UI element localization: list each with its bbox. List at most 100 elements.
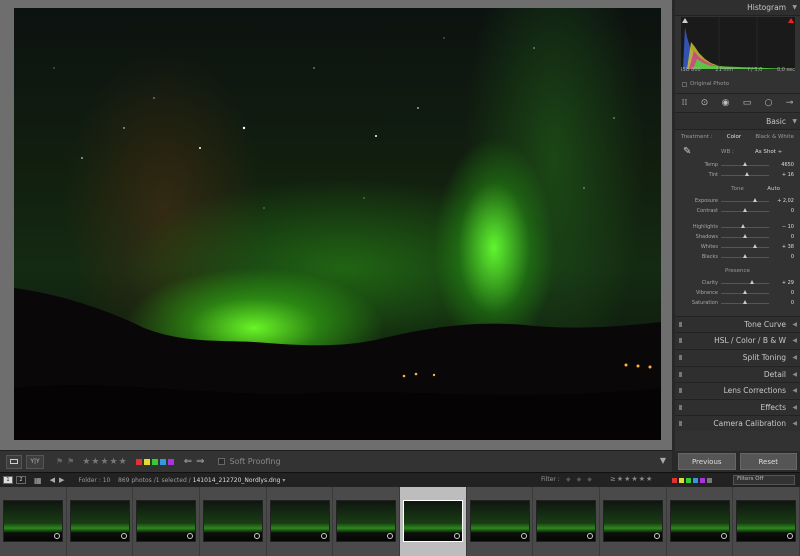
slider-knob[interactable] bbox=[740, 224, 745, 228]
panel-header-hsl-color-b-w[interactable]: HSL / Color / B & W ◀ bbox=[675, 332, 800, 348]
collapse-triangle-icon[interactable]: ▼ bbox=[792, 4, 797, 11]
slider-vibrance[interactable]: Vibrance 0 bbox=[675, 288, 800, 298]
slider-knob[interactable] bbox=[752, 244, 757, 248]
thumbnail[interactable] bbox=[669, 500, 730, 542]
arrow-right-icon[interactable]: ⇒ bbox=[196, 456, 208, 467]
panel-switch-icon[interactable] bbox=[679, 338, 682, 343]
label-blue[interactable] bbox=[159, 458, 166, 465]
slider-tint[interactable]: Tint + 16 bbox=[675, 170, 800, 180]
slider-track[interactable] bbox=[721, 227, 769, 228]
slider-knob[interactable] bbox=[743, 290, 747, 294]
thumbnail[interactable] bbox=[536, 500, 597, 542]
slider-knob[interactable] bbox=[743, 208, 747, 212]
expand-triangle-icon[interactable]: ◀ bbox=[792, 337, 797, 344]
thumbnail[interactable] bbox=[336, 500, 397, 542]
filmstrip-nav[interactable]: ◀▶ bbox=[50, 476, 69, 484]
chip-purple[interactable] bbox=[700, 478, 705, 483]
back-arrow-icon[interactable]: ◀ bbox=[50, 476, 59, 484]
slider-knob[interactable] bbox=[750, 280, 755, 284]
slider-value[interactable]: 0 bbox=[791, 234, 794, 240]
panel-switch-icon[interactable] bbox=[679, 388, 682, 393]
rating-stars[interactable]: ★★★★★ bbox=[82, 457, 127, 467]
thumbnail[interactable] bbox=[403, 500, 464, 542]
panel-switch-icon[interactable] bbox=[679, 322, 682, 327]
chip-red[interactable] bbox=[672, 478, 677, 483]
filter-color-chips[interactable] bbox=[672, 478, 712, 483]
slider-contrast[interactable]: Contrast 0 bbox=[675, 206, 800, 216]
flag-icon[interactable]: ⚑ bbox=[56, 457, 63, 466]
label-yellow[interactable] bbox=[143, 458, 150, 465]
basic-header[interactable]: Basic ▼ bbox=[675, 114, 800, 130]
slider-temp[interactable]: Temp 4650 bbox=[675, 160, 800, 170]
expand-triangle-icon[interactable]: ◀ bbox=[792, 404, 797, 411]
thumbnail[interactable] bbox=[3, 500, 63, 542]
panel-header-effects[interactable]: Effects ◀ bbox=[675, 399, 800, 415]
soft-proofing-toggle[interactable]: Soft Proofing bbox=[218, 457, 281, 466]
thumbnail[interactable] bbox=[69, 500, 130, 542]
thumbnail[interactable] bbox=[736, 500, 797, 542]
original-photo-checkbox[interactable] bbox=[682, 81, 687, 87]
filmstrip-cell[interactable] bbox=[733, 487, 800, 556]
filmstrip-cell[interactable] bbox=[400, 487, 467, 556]
slider-knob[interactable] bbox=[743, 254, 747, 258]
label-green[interactable] bbox=[151, 458, 158, 465]
toolbar-dropdown-icon[interactable]: ▼ bbox=[660, 456, 666, 465]
thumbnail[interactable] bbox=[603, 500, 664, 542]
filmstrip-cell[interactable] bbox=[533, 487, 601, 556]
slider-track[interactable] bbox=[721, 201, 769, 202]
auto-tone-button[interactable]: Auto bbox=[767, 186, 780, 192]
filmstrip-cell[interactable] bbox=[333, 487, 401, 556]
filmstrip-cell[interactable] bbox=[467, 487, 534, 556]
filter-flag-icons[interactable]: ◆◆◆ bbox=[566, 476, 598, 483]
label-purple[interactable] bbox=[167, 458, 174, 465]
chip-green[interactable] bbox=[686, 478, 691, 483]
panel-switch-icon[interactable] bbox=[679, 405, 682, 410]
thumbnail[interactable] bbox=[203, 500, 264, 542]
crop-overlay-icon[interactable]: ⁞⁞ bbox=[682, 98, 688, 108]
aurora-photo[interactable] bbox=[14, 8, 661, 440]
spot-removal-icon[interactable]: ⊙ bbox=[701, 98, 709, 108]
color-labels[interactable] bbox=[135, 458, 174, 465]
filmstrip-cell[interactable] bbox=[667, 487, 734, 556]
slider-knob[interactable] bbox=[743, 234, 747, 238]
panel-header-tone-curve[interactable]: Tone Curve ◀ bbox=[675, 316, 800, 332]
expand-triangle-icon[interactable]: ◀ bbox=[792, 420, 797, 427]
loupe-view-button[interactable] bbox=[6, 454, 22, 469]
expand-triangle-icon[interactable]: ◀ bbox=[792, 321, 797, 328]
slider-track[interactable] bbox=[721, 283, 769, 284]
chevron-down-icon[interactable]: ▾ bbox=[282, 477, 285, 484]
radial-filter-icon[interactable]: ○ bbox=[765, 98, 773, 108]
treatment-bw-option[interactable]: Black & White bbox=[755, 134, 794, 140]
before-after-button[interactable]: Y|Y bbox=[26, 454, 44, 469]
red-eye-icon[interactable]: ◉ bbox=[722, 98, 730, 108]
slider-clarity[interactable]: Clarity + 29 bbox=[675, 278, 800, 288]
filter-stars[interactable]: ≥★★★★★ bbox=[610, 475, 653, 483]
reset-button[interactable]: Reset bbox=[739, 453, 797, 470]
slider-saturation[interactable]: Saturation 0 bbox=[675, 298, 800, 308]
filmstrip-cell[interactable] bbox=[67, 487, 134, 556]
slider-shadows[interactable]: Shadows 0 bbox=[675, 232, 800, 242]
slider-whites[interactable]: Whites + 38 bbox=[675, 242, 800, 252]
monitor-1-button[interactable]: 1 bbox=[3, 476, 13, 484]
panel-header-detail[interactable]: Detail ◀ bbox=[675, 366, 800, 382]
slider-value[interactable]: − 10 bbox=[782, 224, 794, 230]
soft-proofing-checkbox[interactable] bbox=[218, 458, 226, 465]
slider-knob[interactable] bbox=[745, 172, 750, 176]
panel-switch-icon[interactable] bbox=[679, 355, 682, 360]
collapse-triangle-icon[interactable]: ▼ bbox=[792, 118, 797, 125]
wb-select[interactable]: As Shot ÷ bbox=[755, 149, 782, 155]
filmstrip-cell[interactable] bbox=[133, 487, 201, 556]
shadow-clipping-icon[interactable] bbox=[682, 18, 688, 23]
slider-value[interactable]: 0 bbox=[791, 208, 794, 214]
expand-triangle-icon[interactable]: ◀ bbox=[792, 371, 797, 378]
forward-arrow-icon[interactable]: ▶ bbox=[59, 476, 68, 484]
thumbnail[interactable] bbox=[469, 500, 530, 542]
slider-value[interactable]: + 16 bbox=[782, 172, 794, 178]
adjustment-brush-icon[interactable]: ⊸ bbox=[786, 98, 794, 108]
filmstrip-cell[interactable] bbox=[267, 487, 334, 556]
slider-value[interactable]: 0 bbox=[791, 290, 794, 296]
monitor-2-button[interactable]: 2 bbox=[16, 476, 26, 484]
thumbnail[interactable] bbox=[269, 500, 330, 542]
slider-value[interactable]: 0 bbox=[791, 300, 794, 306]
thumbnail[interactable] bbox=[136, 500, 197, 542]
